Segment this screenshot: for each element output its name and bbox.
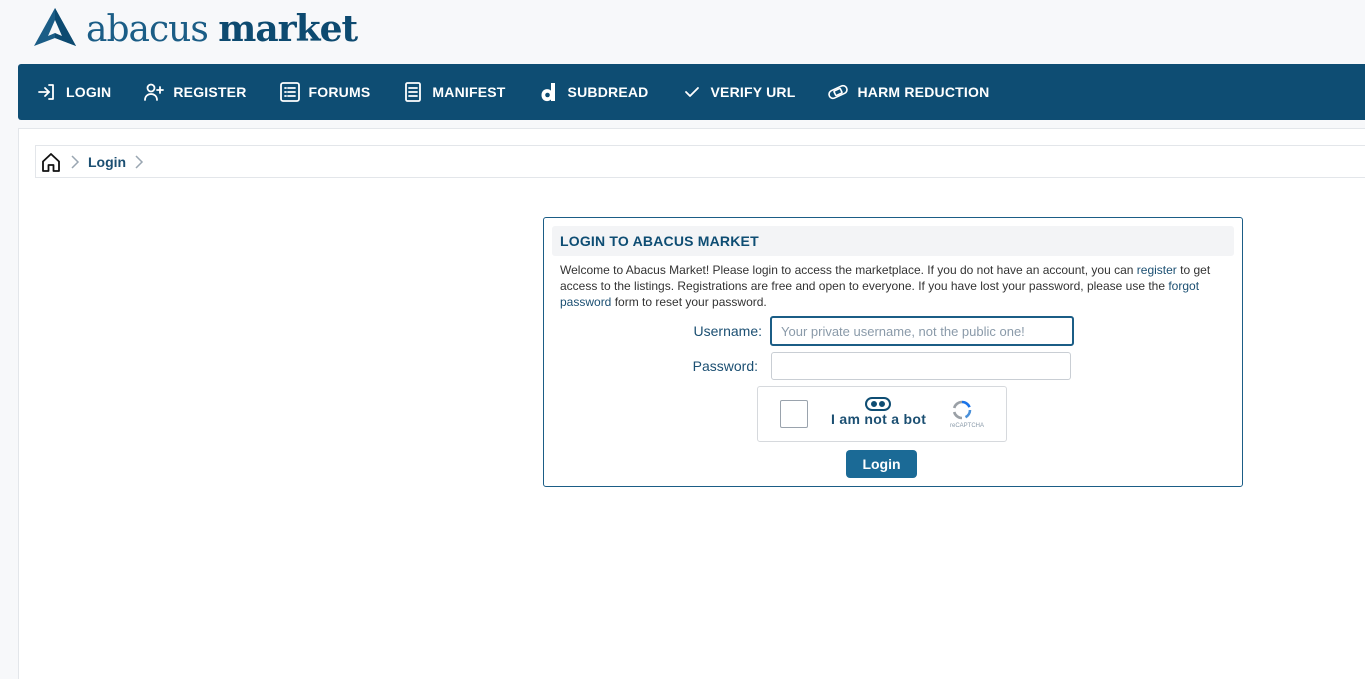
logo-word-abacus: abacus (86, 9, 209, 50)
username-row: Username: (692, 316, 1074, 346)
login-desc-text: form to reset your password. (611, 295, 767, 309)
username-label: Username: (693, 323, 762, 339)
login-desc-text: Welcome to Abacus Market! Please login t… (560, 263, 1137, 277)
login-description: Welcome to Abacus Market! Please login t… (560, 262, 1228, 310)
bandage-icon (828, 84, 849, 100)
logo-wordmark: abacus market (86, 8, 358, 51)
nav-subdread[interactable]: SUBDREAD (538, 81, 649, 103)
home-icon[interactable] (40, 151, 62, 173)
recaptcha-logo-icon (952, 400, 972, 420)
nav-manifest-label: MANIFEST (432, 84, 506, 100)
nav-subdread-label: SUBDREAD (567, 84, 649, 100)
breadcrumb-current[interactable]: Login (88, 154, 126, 170)
nav-register[interactable]: REGISTER (143, 81, 246, 103)
chevron-right-icon (70, 154, 80, 169)
user-plus-icon (144, 83, 165, 101)
logo-word-market: market (218, 8, 358, 50)
nav-harm-reduction-label: HARM REDUCTION (857, 84, 990, 100)
nav-login-label: LOGIN (66, 84, 112, 100)
captcha-brand: reCAPTCHA (950, 423, 985, 429)
nav-forums[interactable]: FORUMS (279, 81, 371, 103)
nav-verify-url-label: VERIFY URL (710, 84, 796, 100)
main-content: Login LOGIN TO ABACUS MARKET Welcome to … (18, 128, 1365, 679)
nav-register-label: REGISTER (173, 84, 247, 100)
list-icon (279, 82, 300, 102)
main-navbar: LOGIN REGISTER FORUMS MANIFEST SUBDREAD … (18, 64, 1365, 120)
login-button[interactable]: Login (846, 450, 917, 478)
nav-manifest[interactable]: MANIFEST (402, 81, 505, 103)
abacus-logo-icon (32, 6, 78, 53)
register-link[interactable]: register (1137, 263, 1177, 277)
check-icon (684, 87, 699, 97)
captcha-label: I am not a bot (831, 411, 927, 427)
password-label: Password: (692, 358, 758, 374)
document-icon (405, 82, 422, 102)
nav-forums-label: FORUMS (308, 84, 371, 100)
username-input[interactable] (770, 316, 1074, 346)
site-header: abacus market (0, 0, 1365, 64)
nav-login[interactable]: LOGIN (36, 81, 111, 103)
chevron-right-icon (134, 154, 144, 169)
captcha-widget: I am not a bot reCAPTCHA (757, 386, 1007, 442)
login-icon (38, 84, 54, 100)
site-logo[interactable]: abacus market (32, 6, 358, 53)
password-input[interactable] (771, 352, 1071, 380)
breadcrumb: Login (35, 145, 1365, 178)
nav-verify-url[interactable]: VERIFY URL (681, 81, 796, 103)
dread-icon (541, 83, 555, 102)
login-title: LOGIN TO ABACUS MARKET (552, 226, 1234, 256)
password-row: Password: (692, 352, 1071, 380)
nav-harm-reduction[interactable]: HARM REDUCTION (827, 81, 989, 103)
captcha-checkbox[interactable] (780, 400, 808, 428)
login-panel: LOGIN TO ABACUS MARKET Welcome to Abacus… (543, 217, 1243, 487)
robot-icon (864, 396, 892, 412)
